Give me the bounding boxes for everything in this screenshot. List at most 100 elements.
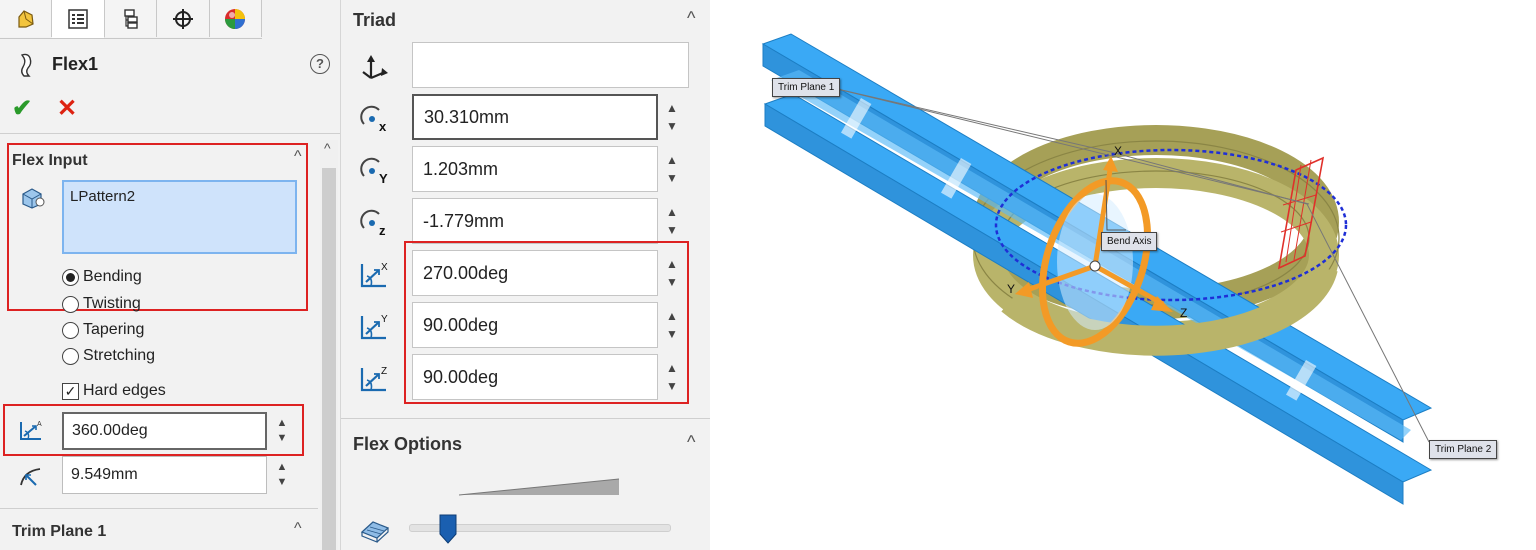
radio-bending[interactable]: Bending — [62, 268, 142, 286]
delta-x-input[interactable]: 30.310mm — [412, 94, 658, 140]
rotation-y-icon: Y — [360, 314, 388, 340]
configuration-icon — [123, 8, 138, 29]
delta-x-icon: x — [360, 105, 387, 134]
property-list-icon — [68, 8, 88, 29]
divider — [341, 418, 710, 419]
rotation-z-superscript: Z — [381, 366, 387, 377]
delta-y-input[interactable]: 1.203mm — [412, 146, 658, 192]
feature-title: Flex1 — [52, 54, 99, 74]
radio-twisting[interactable]: Twisting — [62, 295, 141, 313]
rotation-x-icon: X — [360, 262, 388, 288]
spin-down-arrow[interactable]: ▼ — [666, 169, 678, 187]
delta-z-input[interactable]: -1.779mm — [412, 198, 658, 244]
radio-tapering[interactable]: Tapering — [62, 321, 144, 339]
radio-label: Bending — [83, 268, 142, 285]
rotation-x-spinner[interactable]: ▲ ▼ — [660, 250, 684, 296]
radio-indicator — [62, 321, 79, 339]
spin-down-arrow[interactable]: ▼ — [666, 117, 678, 135]
divider — [0, 133, 340, 134]
rotation-z-input[interactable]: 90.00deg — [412, 354, 658, 400]
configuration-manager-tab[interactable] — [104, 0, 158, 37]
rotation-z-spinner[interactable]: ▲ ▼ — [660, 354, 684, 400]
bend-angle-value: 360.00deg — [72, 422, 148, 439]
radio-indicator — [62, 268, 79, 286]
delta-z-subscript: z — [379, 223, 386, 238]
delta-x-value: 30.310mm — [424, 106, 510, 127]
spin-up-arrow[interactable]: ▲ — [666, 151, 678, 169]
radio-stretching[interactable]: Stretching — [62, 347, 155, 365]
spin-up-arrow[interactable]: ▲ — [666, 99, 678, 117]
triad-collapse-icon[interactable]: ^ — [687, 8, 695, 29]
spin-down-arrow[interactable]: ▼ — [666, 273, 678, 291]
rotation-z-icon: Z — [360, 366, 387, 392]
delta-z-spinner[interactable]: ▲ ▼ — [660, 198, 684, 244]
trim-plane-1-callout[interactable]: Trim Plane 1 — [772, 78, 841, 97]
delta-x-subscript: x — [379, 119, 387, 134]
bend-axis-callout[interactable]: Bend Axis — [1101, 232, 1158, 251]
spin-down-arrow[interactable]: ▼ — [277, 431, 288, 446]
bodies-selection-icon — [22, 188, 45, 209]
accuracy-slider-thumb[interactable] — [439, 514, 457, 544]
radio-indicator — [62, 347, 79, 365]
flex-input-collapse-icon[interactable]: ^ — [294, 148, 302, 166]
checkbox-label: Hard edges — [83, 382, 166, 399]
rotation-z-value: 90.00deg — [423, 366, 499, 387]
divider — [0, 508, 318, 509]
triad-header[interactable]: Triad — [353, 10, 396, 31]
rotation-x-superscript: X — [381, 262, 388, 273]
spin-down-arrow[interactable]: ▼ — [277, 475, 288, 490]
spin-up-arrow[interactable]: ▲ — [666, 307, 678, 325]
flex-input-header[interactable]: Flex Input — [12, 152, 88, 170]
flex-options-collapse-icon[interactable]: ^ — [687, 432, 695, 453]
spin-up-arrow[interactable]: ▲ — [666, 255, 678, 273]
triad-panel: Triad ^ x 30.310mm ▲ ▼ Y 1.203mm ▲ ▼ z -1.… — [341, 0, 710, 550]
flex-options-header[interactable]: Flex Options — [353, 434, 462, 455]
delta-x-spinner[interactable]: ▲ ▼ — [660, 94, 684, 140]
axis-y-label: Y — [1007, 282, 1016, 296]
rotation-y-spinner[interactable]: ▲ ▼ — [660, 302, 684, 348]
delta-y-value: 1.203mm — [423, 158, 499, 179]
radius-input[interactable]: 9.549mm — [62, 456, 267, 494]
appearance-ball-icon — [225, 8, 246, 29]
graphics-viewport[interactable]: Trim Plane 1 Trim Plane 2 Bend Axis X Y … — [711, 0, 1536, 550]
bodies-selection-box[interactable]: LPattern2 — [62, 180, 297, 254]
triad-origin[interactable] — [1089, 260, 1101, 272]
rotation-x-input[interactable]: 270.00deg — [412, 250, 658, 296]
selected-body-label: LPattern2 — [70, 188, 136, 205]
scroll-up-arrow[interactable]: ^ — [324, 140, 331, 156]
triad-reference-selection[interactable] — [412, 42, 689, 88]
manager-tabs — [0, 0, 263, 39]
radio-label: Tapering — [83, 321, 145, 338]
bend-angle-input[interactable]: 360.00deg — [62, 412, 267, 450]
cancel-button[interactable]: ✕ — [57, 94, 77, 123]
trim-plane-2-callout[interactable]: Trim Plane 2 — [1429, 440, 1498, 459]
trim-plane-1-collapse-icon[interactable]: ^ — [294, 520, 302, 538]
appearance-tab[interactable] — [209, 0, 263, 37]
scrollbar-thumb[interactable] — [322, 168, 336, 550]
ok-button[interactable]: ✔ — [12, 94, 32, 123]
spin-up-arrow[interactable]: ▲ — [666, 359, 678, 377]
spin-up-arrow[interactable]: ▲ — [666, 203, 678, 221]
radio-label: Stretching — [83, 347, 156, 364]
hard-edges-checkbox[interactable]: ✓ Hard edges — [62, 382, 166, 400]
spin-up-arrow[interactable]: ▲ — [277, 416, 288, 431]
delta-z-value: -1.779mm — [423, 210, 505, 231]
rotation-y-input[interactable]: 90.00deg — [412, 302, 658, 348]
spin-down-arrow[interactable]: ▼ — [666, 325, 678, 343]
spin-up-arrow[interactable]: ▲ — [277, 460, 288, 475]
delta-y-subscript: Y — [379, 171, 388, 186]
feature-title-row: Flex1 ? — [14, 52, 334, 78]
spin-down-arrow[interactable]: ▼ — [666, 377, 678, 395]
feature-manager-tab[interactable] — [0, 0, 53, 37]
delta-y-spinner[interactable]: ▲ ▼ — [660, 146, 684, 192]
radio-indicator — [62, 295, 79, 313]
trim-plane-1-header[interactable]: Trim Plane 1 — [12, 523, 106, 541]
spin-down-arrow[interactable]: ▼ — [666, 221, 678, 239]
dimxpert-tab[interactable] — [157, 0, 210, 37]
property-manager-tab[interactable] — [52, 0, 105, 38]
bend-angle-spinner[interactable]: ▲ ▼ — [272, 412, 292, 450]
radius-spinner[interactable]: ▲ ▼ — [272, 456, 292, 494]
radius-value: 9.549mm — [71, 466, 138, 483]
crosshair-icon — [172, 8, 193, 29]
help-icon[interactable]: ? — [310, 54, 330, 74]
